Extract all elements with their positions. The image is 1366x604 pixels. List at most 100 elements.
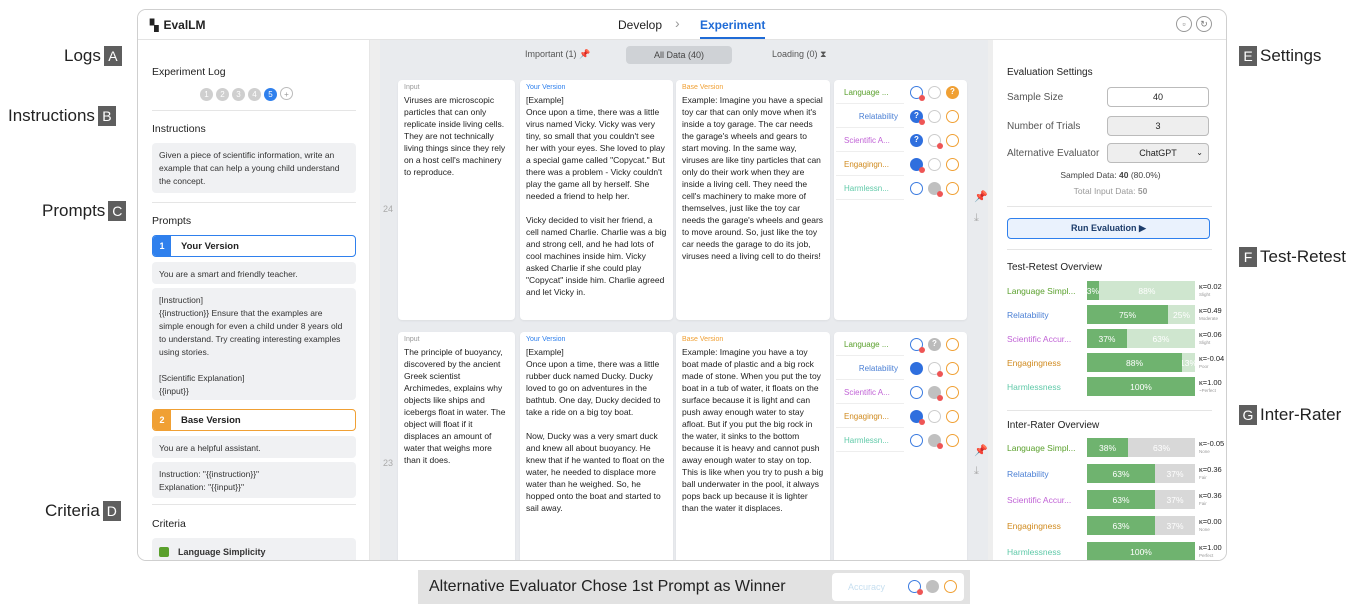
result-ring-2[interactable] [946,362,959,375]
overview-row: Engagingness 88%13% κ=-0.04Poor [1007,353,1225,373]
criterion-label[interactable]: Language ... [836,82,904,104]
sampled-data: Sampled Data: 40 (80.0%) [1060,170,1161,180]
input-label: Input [404,336,420,343]
input-card: Input Viruses are microscopic particles … [398,80,515,320]
filter-loading[interactable]: Loading (0) ⧗ [772,49,826,60]
result-ring-2[interactable] [946,434,959,447]
result-ring-1[interactable] [910,182,923,195]
criteria-item[interactable]: Language Simplicity [152,538,356,560]
disagreement-segment: 13% [1182,353,1195,372]
overview-criterion-name: Engagingness [1007,521,1061,531]
divider [1007,410,1212,411]
your-version-text: [Example] Once upon a time, there was a … [526,347,665,513]
result-ring-1[interactable] [910,434,923,447]
agreement-bar: 3% 88% [1087,281,1195,300]
evaluator-dot [917,589,923,595]
log-item-selected[interactable]: 5 [264,88,277,101]
overview-criterion-name: Harmlessness [1007,547,1061,557]
result-ring-1[interactable] [910,386,923,399]
legend-caption: Alternative Evaluator Chose 1st Prompt a… [418,570,970,604]
prompt-2-system-input[interactable]: You are a helpful assistant. [152,436,356,458]
kappa-value: κ=-0.04 [1199,354,1225,363]
nav-experiment[interactable]: Experiment [700,18,766,39]
agreement-segment: 63% [1087,490,1156,509]
overview-criterion-name: Engagingness [1007,358,1061,368]
save-icon[interactable]: ▫ [1176,16,1192,32]
criterion-label[interactable]: Relatability [836,106,904,128]
pin-icon[interactable]: 📌 [974,190,988,203]
prompt-2-body-input[interactable]: Instruction: "{{instruction}}" Explanati… [152,462,356,498]
divider [152,202,356,203]
run-evaluation-button[interactable]: Run Evaluation ▶ [1007,218,1210,239]
criterion-label[interactable]: Scientific A... [836,130,904,152]
criterion-label[interactable]: Harmlessn... [836,430,904,452]
add-log-icon[interactable]: + [280,87,293,100]
criterion-label[interactable]: Language ... [836,334,904,356]
log-item[interactable]: 1 [200,88,213,101]
callout-test-retest: F Test-Retest [1239,247,1346,267]
result-ring-tie[interactable] [928,86,941,99]
evaluator-dot [919,347,925,353]
evaluator-dot [919,119,925,125]
log-item[interactable]: 2 [216,88,229,101]
result-ring-2[interactable] [946,134,959,147]
prompt-2-header[interactable]: 2 Base Version [152,409,356,431]
trials-label: Number of Trials [1007,121,1081,132]
filter-all-data[interactable]: All Data (40) [626,46,733,64]
kappa-label: Perfect [1199,553,1214,558]
kappa-label: None [1199,449,1210,454]
criterion-label[interactable]: Engagingn... [836,154,904,176]
result-ring-1-selected[interactable] [910,362,923,375]
overview-row: Relatability 63% 37% κ=0.36 Fair [1007,464,1222,484]
log-item[interactable]: 3 [232,88,245,101]
filter-important[interactable]: Important (1) 📌 [525,49,590,60]
result-ring-tie[interactable] [928,410,941,423]
result-ring-2[interactable] [946,110,959,123]
prompt-1-body-input[interactable]: [Instruction] {{instruction}} Ensure tha… [152,288,356,400]
disagreement-segment: 88% [1098,281,1195,300]
download-icon[interactable]: ⤓ [974,212,979,225]
criterion-label[interactable]: Relatability [836,358,904,380]
app-logo: ▚ EvalLM [150,18,205,32]
criteria-color-swatch [159,547,169,557]
prompt-1-header[interactable]: 1 Your Version [152,235,356,257]
kappa-value: κ=0.36 [1199,491,1222,500]
log-item[interactable]: 4 [248,88,261,101]
result-ring-tie[interactable] [928,110,941,123]
question-icon[interactable]: ? [946,86,959,99]
agreement-bar: 38% 63% [1087,438,1195,457]
question-icon[interactable]: ? [928,338,941,351]
app-window: ▚ EvalLM Develop › Experiment ▫ ↻ Experi… [137,9,1227,561]
download-icon[interactable]: ⤓ [974,465,979,478]
overview-criterion-name: Relatability [1007,310,1049,320]
nav-develop[interactable]: Develop [618,18,662,32]
criterion-label[interactable]: Engagingn... [836,406,904,428]
kappa-value: κ=0.00 [1199,517,1222,526]
result-ring-2[interactable] [946,338,959,351]
base-version-label: Base Version [682,336,724,343]
result-ring-2[interactable] [946,158,959,171]
scrollbar[interactable] [370,40,380,560]
instructions-textarea[interactable]: Given a piece of scientific information,… [152,143,356,193]
disagreement-segment: 63% [1126,329,1195,348]
kappa-value: κ=0.02 [1199,282,1222,291]
result-ring-2[interactable] [946,410,959,423]
base-version-label: Base Version [682,84,724,91]
pin-icon[interactable]: 📌 [974,444,988,457]
sample-size-input[interactable]: 40 [1107,87,1209,107]
prompt-1-system-input[interactable]: You are a smart and friendly teacher. [152,262,356,284]
evaluator-select[interactable]: ChatGPT ⌄ [1107,143,1209,163]
criterion-label[interactable]: Scientific A... [836,382,904,404]
result-ring-tie[interactable] [928,158,941,171]
result-ring-2[interactable] [946,182,959,195]
criterion-label[interactable]: Harmlessn... [836,178,904,200]
result-ring-2[interactable] [946,386,959,399]
evaluator-dot [937,443,943,449]
question-icon[interactable]: ? [910,134,923,147]
result-ring-2 [944,580,957,593]
kappa-label: ~Perfect [1199,388,1216,393]
input-text: The principle of buoyancy, discovered by… [404,347,508,465]
evaluator-dot [937,191,943,197]
refresh-icon[interactable]: ↻ [1196,16,1212,32]
trials-input[interactable]: 3 [1107,116,1209,136]
